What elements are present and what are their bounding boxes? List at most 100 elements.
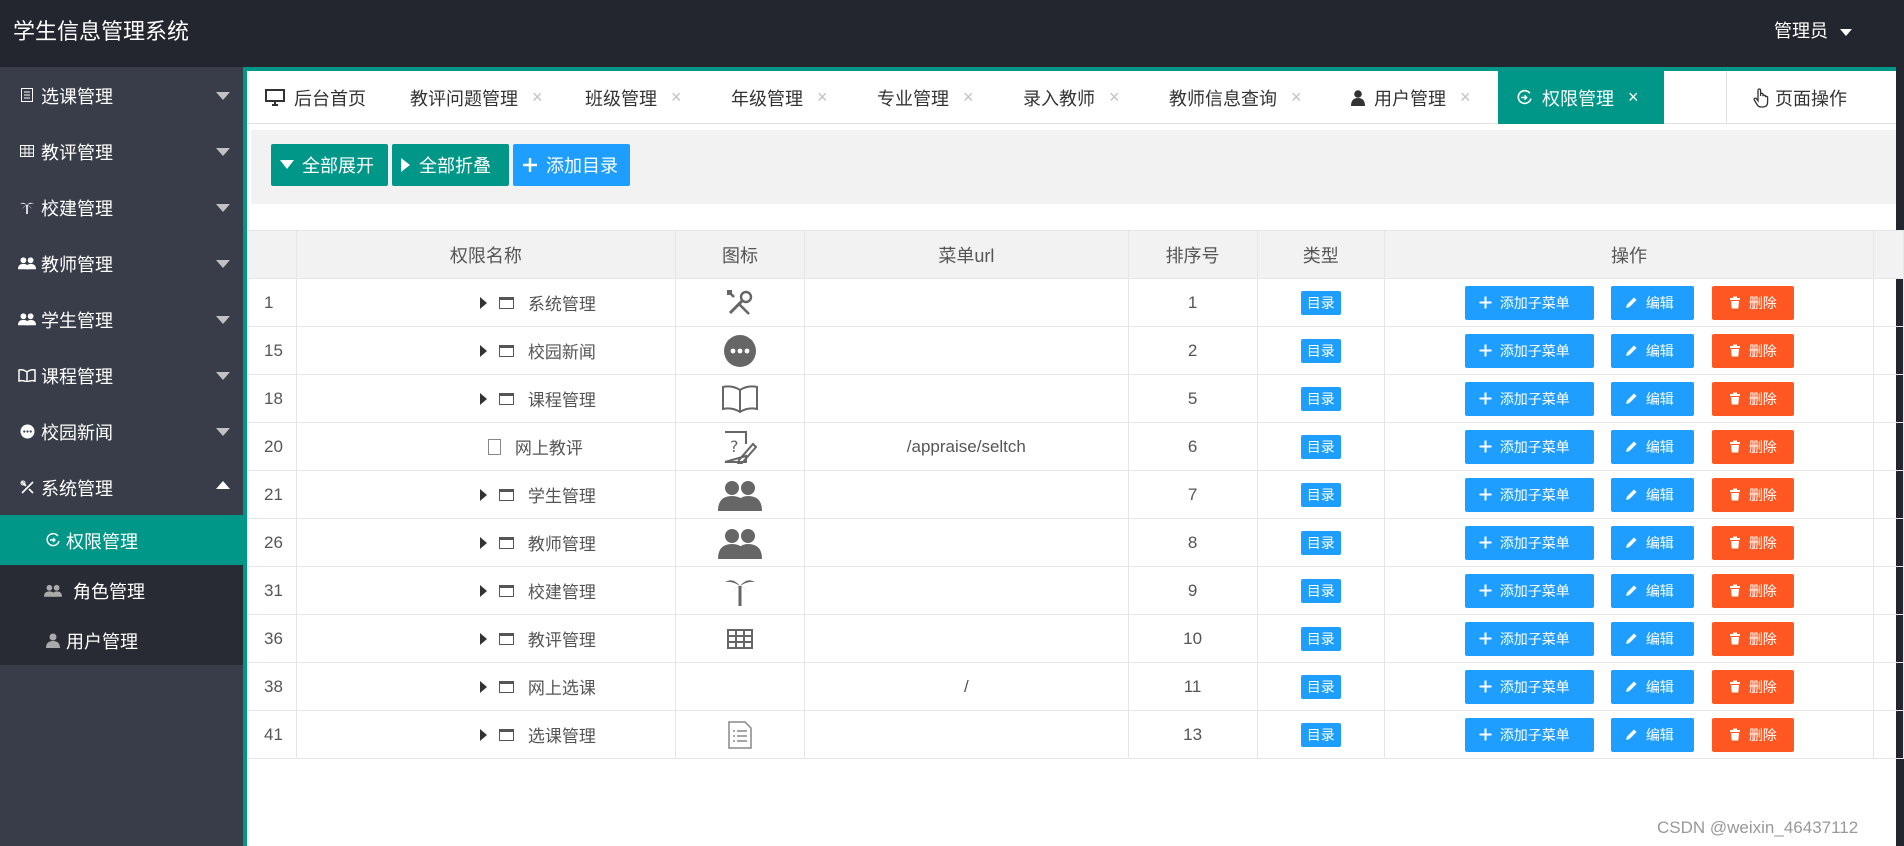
sidebar-item-label: 课程管理: [41, 367, 113, 387]
tab-label: 年级管理: [731, 88, 803, 109]
cell-name: 系统管理: [295, 278, 676, 327]
sidebar-item-student[interactable]: 学生管理: [0, 291, 243, 347]
sidebar-item-system[interactable]: 系统管理: [0, 459, 243, 515]
trash-icon: [1729, 440, 1741, 453]
add-submenu-button[interactable]: 添加子菜单: [1464, 333, 1594, 368]
close-icon[interactable]: ×: [1460, 87, 1471, 108]
delete-button[interactable]: 删除: [1711, 477, 1794, 512]
sidebar-item-course[interactable]: 课程管理: [0, 347, 243, 403]
edit-button[interactable]: 编辑: [1610, 333, 1694, 368]
sidebar-item-campus-news[interactable]: 校园新闻: [0, 403, 243, 459]
expand-arrow-icon[interactable]: [479, 632, 487, 645]
add-submenu-button[interactable]: 添加子菜单: [1464, 381, 1594, 416]
expand-arrow-icon[interactable]: [479, 728, 487, 741]
cell-type: 目录: [1256, 566, 1385, 615]
cell-type: 目录: [1256, 614, 1385, 663]
expand-arrow-icon[interactable]: [479, 488, 487, 501]
list-icon: [18, 86, 36, 104]
tab-permission[interactable]: 权限管理 ×: [1498, 71, 1664, 124]
delete-button[interactable]: 删除: [1711, 573, 1794, 608]
close-icon[interactable]: ×: [963, 87, 974, 108]
delete-button[interactable]: 删除: [1711, 429, 1794, 464]
delete-button[interactable]: 删除: [1711, 525, 1794, 560]
expand-arrow-icon[interactable]: [479, 680, 487, 693]
watermark: CSDN @weixin_46437112: [1657, 818, 1859, 837]
cell-name: 校建管理: [295, 566, 676, 615]
cell-sort: 8: [1127, 518, 1258, 567]
cell-name: 选课管理: [295, 710, 676, 759]
close-icon[interactable]: ×: [1628, 87, 1639, 108]
edit-button[interactable]: 编辑: [1610, 477, 1694, 512]
add-directory-button[interactable]: 添加目录: [513, 144, 630, 186]
close-icon[interactable]: ×: [532, 87, 543, 108]
sidebar-subitem-role[interactable]: 角色管理: [0, 565, 243, 615]
delete-button[interactable]: 删除: [1711, 669, 1794, 704]
edit-button[interactable]: 编辑: [1610, 669, 1694, 704]
expand-arrow-icon[interactable]: [479, 584, 487, 597]
add-submenu-button[interactable]: 添加子菜单: [1464, 477, 1594, 512]
add-submenu-button[interactable]: 添加子菜单: [1464, 621, 1594, 656]
delete-button[interactable]: 删除: [1711, 285, 1794, 320]
pencil-icon: [1625, 728, 1638, 741]
edit-button[interactable]: 编辑: [1610, 285, 1694, 320]
expand-all-label: 全部展开: [302, 156, 374, 176]
pencil-icon: [1625, 392, 1638, 405]
admin-user-menu[interactable]: 管理员: [1774, 17, 1852, 43]
edit-button[interactable]: 编辑: [1610, 525, 1694, 560]
expand-arrow-icon[interactable]: [479, 536, 487, 549]
expand-all-button[interactable]: 全部展开: [271, 144, 388, 186]
close-icon[interactable]: ×: [817, 87, 828, 108]
tab-grade[interactable]: 年级管理 ×: [713, 71, 859, 124]
tab-label: 用户管理: [1374, 88, 1446, 109]
folder-icon: [498, 488, 514, 501]
plus-icon: [1479, 440, 1492, 453]
book-icon: [721, 384, 759, 413]
trash-icon: [1729, 344, 1741, 357]
expand-arrow-icon[interactable]: [479, 392, 487, 405]
expand-arrow-icon[interactable]: [479, 344, 487, 357]
cell-actions: 添加子菜单 编辑 删除: [1383, 470, 1875, 519]
edit-button[interactable]: 编辑: [1610, 573, 1694, 608]
add-submenu-label: 添加子菜单: [1499, 390, 1570, 407]
sidebar-item-course-selection[interactable]: 选课管理: [0, 67, 243, 123]
add-submenu-button[interactable]: 添加子菜单: [1464, 285, 1594, 320]
add-submenu-button[interactable]: 添加子菜单: [1464, 717, 1594, 752]
sidebar-item-campus-construction[interactable]: 校建管理: [0, 179, 243, 235]
edit-button[interactable]: 编辑: [1610, 717, 1694, 752]
tab-evaluation-question[interactable]: 教评问题管理 ×: [392, 71, 567, 124]
collapse-all-button[interactable]: 全部折叠: [392, 144, 509, 186]
delete-button[interactable]: 删除: [1711, 621, 1794, 656]
tab-user-management[interactable]: 用户管理 ×: [1333, 71, 1485, 124]
delete-button[interactable]: 删除: [1711, 717, 1794, 752]
user-icon: [44, 631, 62, 649]
add-submenu-button[interactable]: 添加子菜单: [1464, 429, 1594, 464]
cell-icon: [674, 566, 806, 615]
sidebar-subitem-user[interactable]: 用户管理: [0, 615, 243, 665]
sidebar-subitem-permission[interactable]: 权限管理: [0, 515, 243, 565]
add-submenu-button[interactable]: 添加子菜单: [1464, 669, 1594, 704]
tab-class[interactable]: 班级管理 ×: [567, 71, 713, 124]
sidebar-item-teaching-evaluation[interactable]: 教评管理: [0, 123, 243, 179]
page-operations-button[interactable]: 页面操作: [1726, 71, 1896, 124]
tab-major[interactable]: 专业管理 ×: [859, 71, 1005, 124]
edit-button[interactable]: 编辑: [1610, 429, 1694, 464]
sidebar-item-teacher[interactable]: 教师管理: [0, 235, 243, 291]
delete-button[interactable]: 删除: [1711, 381, 1794, 416]
tab-home[interactable]: 后台首页: [247, 71, 392, 124]
edit-button[interactable]: 编辑: [1610, 381, 1694, 416]
close-icon[interactable]: ×: [1291, 87, 1302, 108]
add-submenu-button[interactable]: 添加子菜单: [1464, 573, 1594, 608]
delete-button[interactable]: 删除: [1711, 333, 1794, 368]
close-icon[interactable]: ×: [671, 87, 682, 108]
cell-id: 26: [247, 518, 297, 567]
tab-add-teacher[interactable]: 录入教师 ×: [1005, 71, 1151, 124]
expand-arrow-icon[interactable]: [479, 296, 487, 309]
cell-sort: 7: [1127, 470, 1258, 519]
permission-name: 系统管理: [527, 295, 596, 314]
close-icon[interactable]: ×: [1109, 87, 1120, 108]
add-submenu-button[interactable]: 添加子菜单: [1464, 525, 1594, 560]
cell-filler: [1873, 710, 1904, 759]
tab-teacher-query[interactable]: 教师信息查询 ×: [1151, 71, 1333, 124]
edit-button[interactable]: 编辑: [1610, 621, 1694, 656]
table-icon: [727, 628, 753, 649]
